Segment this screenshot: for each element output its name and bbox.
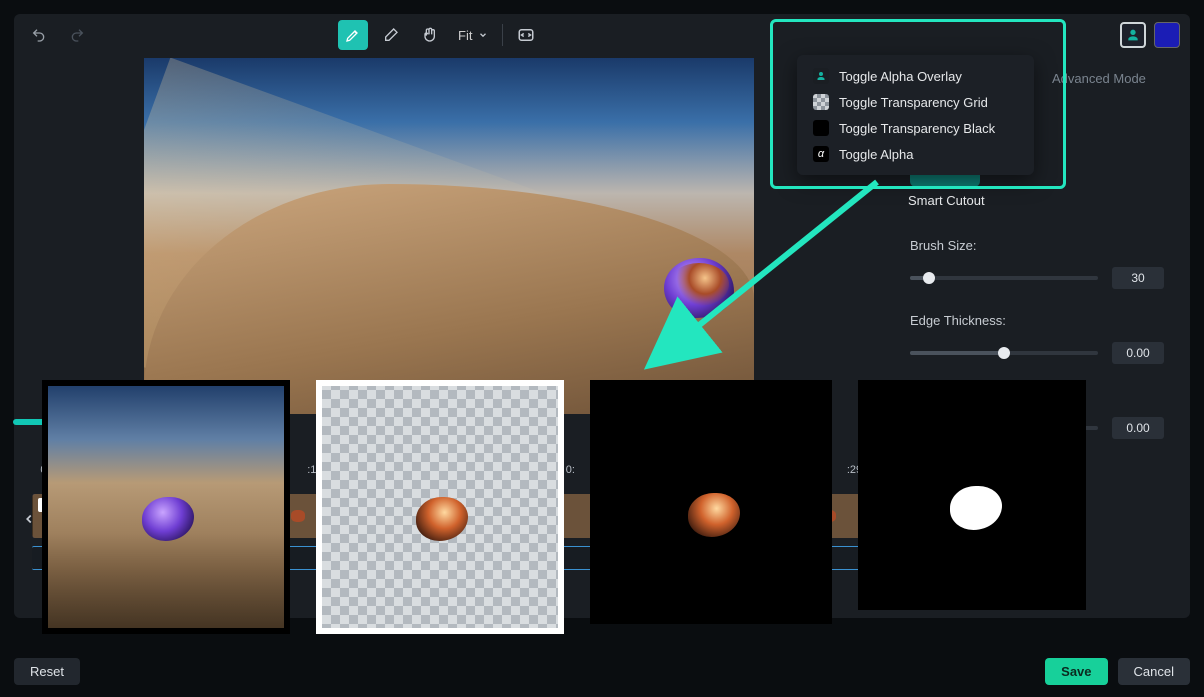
cancel-button[interactable]: Cancel [1118,658,1190,685]
bg-mode-dropdown: Toggle Alpha Overlay Toggle Transparency… [797,55,1034,175]
person-icon [1125,27,1141,43]
advanced-mode-tab[interactable]: Advanced Mode [1038,67,1160,90]
menu-item-transparency-grid[interactable]: Toggle Transparency Grid [803,89,1028,115]
zoom-label: Fit [458,28,472,43]
brush-tool[interactable] [338,20,368,50]
black-swatch-icon [813,120,829,136]
cutout-subject [664,258,734,318]
preview-variants-strip [42,380,1086,634]
pan-tool[interactable] [414,20,444,50]
preview-transparency-grid [316,380,564,634]
edge-feather-value[interactable]: 0.00 [1112,417,1164,439]
alpha-icon: α [813,146,829,162]
edge-thickness-value[interactable]: 0.00 [1112,342,1164,364]
zoom-select[interactable]: Fit [452,28,494,43]
brush-size-slider[interactable] [910,276,1098,280]
menu-label: Toggle Transparency Grid [839,95,988,110]
compare-toggle[interactable] [511,20,541,50]
undo-button[interactable] [24,20,54,50]
eraser-tool[interactable] [376,20,406,50]
brush-size-value[interactable]: 30 [1112,267,1164,289]
preview-alpha [858,380,1086,610]
dialog-footer: Reset Save Cancel [14,658,1190,685]
divider [502,24,503,46]
chevron-down-icon [478,30,488,40]
save-button[interactable]: Save [1045,658,1107,685]
edge-thickness-label: Edge Thickness: [910,313,1164,328]
toolbar: Fit [14,14,1190,56]
menu-label: Toggle Transparency Black [839,121,995,136]
menu-item-alpha-overlay[interactable]: Toggle Alpha Overlay [803,63,1028,89]
menu-label: Toggle Alpha [839,147,913,162]
feature-label: Smart Cutout [908,193,1180,208]
preview-overlay [42,380,290,634]
preview-transparency-black [590,380,832,624]
edge-thickness-slider[interactable] [910,351,1098,355]
bg-color-swatch[interactable] [1154,22,1180,48]
reset-button[interactable]: Reset [14,658,80,685]
bg-mode-swatch-overlay[interactable] [1120,22,1146,48]
menu-label: Toggle Alpha Overlay [839,69,962,84]
checker-icon [813,94,829,110]
redo-button[interactable] [62,20,92,50]
menu-item-transparency-black[interactable]: Toggle Transparency Black [803,115,1028,141]
menu-item-alpha[interactable]: α Toggle Alpha [803,141,1028,167]
person-icon [813,68,829,84]
brush-size-label: Brush Size: [910,238,1164,253]
preview-viewport[interactable] [144,58,754,414]
